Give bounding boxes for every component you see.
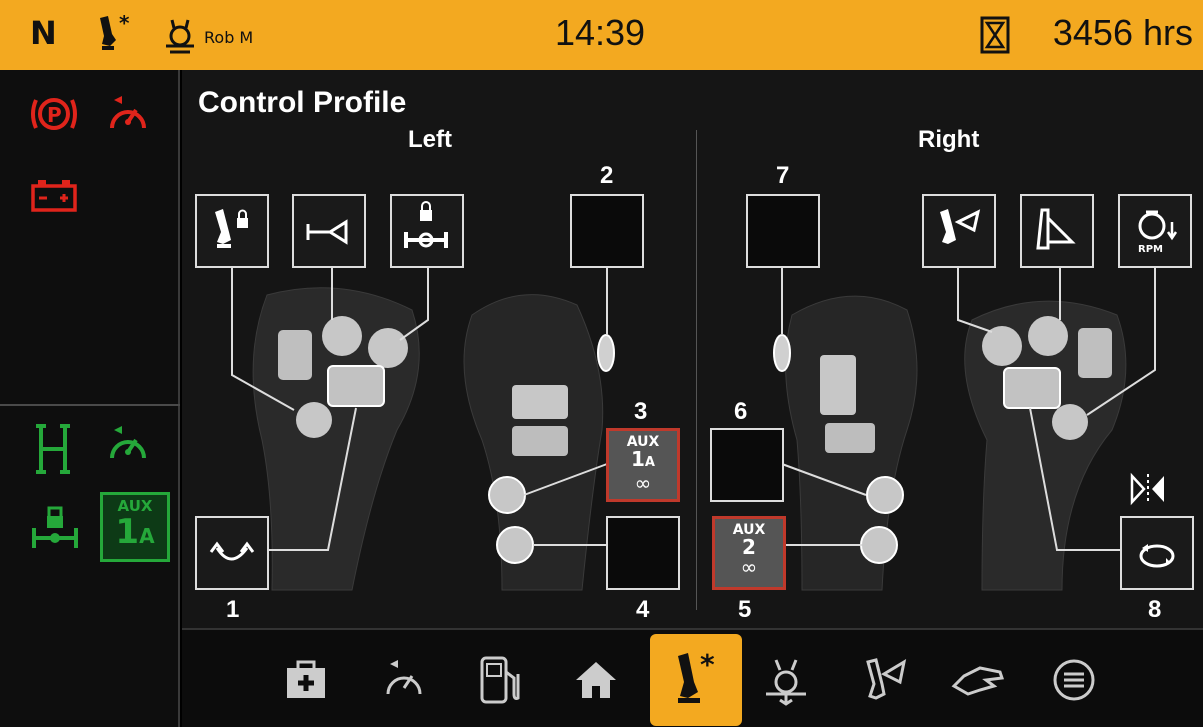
nav-speed[interactable] [364, 640, 444, 720]
horn-function[interactable] [292, 194, 366, 268]
home-icon [576, 662, 616, 698]
svg-text:*: * [700, 648, 715, 681]
aux1-infinity: ∞ [634, 471, 652, 495]
button-7-slot[interactable] [746, 194, 820, 268]
sidebar-divider [0, 404, 180, 406]
aux1-number: 1 [631, 447, 645, 471]
clock: 14:39 [554, 12, 646, 53]
svg-text:P: P [47, 103, 62, 127]
button-number-2: 2 [600, 162, 614, 189]
parking-brake-icon: P [28, 94, 80, 138]
aux2-number: 2 [742, 535, 756, 559]
axle-lock-function[interactable] [390, 194, 464, 268]
button-number-6: 6 [734, 398, 748, 425]
joystick-settings-status-icon: * [92, 11, 136, 60]
rotate-arrow-icon [209, 541, 255, 561]
button-4-slot[interactable] [606, 516, 680, 590]
gear-indicator: N [30, 14, 57, 52]
menu-icon [1053, 659, 1095, 701]
nav-hydraulics[interactable] [746, 640, 826, 720]
hydraulics-icon [766, 659, 806, 706]
axle-steer-icon [32, 422, 74, 480]
hand-control-icon [951, 666, 1005, 696]
control-profile-panel: Control Profile Left Right RPM 2 7 3 AUX… [182, 70, 1203, 628]
loader-icon [866, 658, 907, 700]
joystick-settings-icon: * [678, 648, 715, 703]
axle-lock-icon [404, 201, 448, 248]
aux-1a-active-badge: AUX 1A [100, 492, 170, 562]
aux1-sub: A [644, 455, 655, 470]
rpm-label: RPM [1138, 244, 1163, 255]
engine-rpm-function[interactable]: RPM [1118, 194, 1192, 268]
joystick-lock-icon [215, 209, 248, 248]
battery-warning-icon [30, 178, 78, 216]
button-number-4: 4 [636, 596, 650, 623]
nav-fuel[interactable] [460, 640, 540, 720]
loader-arm-function[interactable] [922, 194, 996, 268]
loader-arm-icon [940, 209, 981, 244]
indicator-sidebar: P AUX 1A [0, 70, 180, 727]
button-number-1: 1 [226, 596, 240, 623]
horn-icon [306, 219, 348, 245]
fuel-icon [480, 656, 520, 704]
nav-home[interactable] [556, 640, 636, 720]
speed-limiter-warning-icon [104, 92, 152, 144]
rotate-cycle-function[interactable] [1120, 516, 1194, 590]
rotate-cycle-icon [1139, 544, 1175, 568]
button-number-8: 8 [1148, 596, 1162, 623]
boom-angle-function[interactable] [1020, 194, 1094, 268]
button-6-slot[interactable] [710, 428, 784, 502]
nav-joystick-settings[interactable]: * [650, 634, 742, 726]
joystick-illustrations [231, 268, 1156, 591]
button-2-slot[interactable] [570, 194, 644, 268]
button-number-5: 5 [738, 596, 752, 623]
button-number-7: 7 [776, 162, 790, 189]
mirror-icon [1128, 472, 1168, 510]
svg-text:*: * [119, 12, 130, 35]
status-bar: N * Rob M 14:39 3456 hrs [0, 0, 1203, 70]
hourglass-icon [980, 16, 1010, 58]
nav-loader[interactable] [842, 640, 922, 720]
engine-hours: 3456 hrs [1052, 12, 1193, 53]
button-number-3: 3 [634, 398, 648, 425]
aux-sub: A [139, 524, 155, 548]
operator-name: Rob M [204, 28, 254, 47]
speed-control-active-icon [104, 422, 152, 474]
bottom-nav: * [182, 628, 1203, 727]
button-3-aux1a-slot[interactable]: AUX 1A ∞ [606, 428, 680, 502]
nav-menu[interactable] [1034, 640, 1114, 720]
nav-hand-control[interactable] [938, 640, 1018, 720]
joystick-lock-function[interactable] [195, 194, 269, 268]
aux-number: 1 [115, 512, 140, 552]
rotate-function[interactable] [195, 516, 269, 590]
operator-seat-icon [160, 16, 200, 60]
engine-rpm-down-icon: RPM [1138, 210, 1178, 255]
boom-angle-icon [1036, 208, 1076, 250]
aux2-infinity: ∞ [740, 555, 758, 579]
first-aid-icon [287, 660, 325, 698]
button-5-aux2-slot[interactable]: AUX 2 ∞ [712, 516, 786, 590]
nav-service[interactable] [266, 640, 346, 720]
speed-control-icon [386, 660, 422, 695]
axle-lock-active-icon [30, 502, 80, 554]
